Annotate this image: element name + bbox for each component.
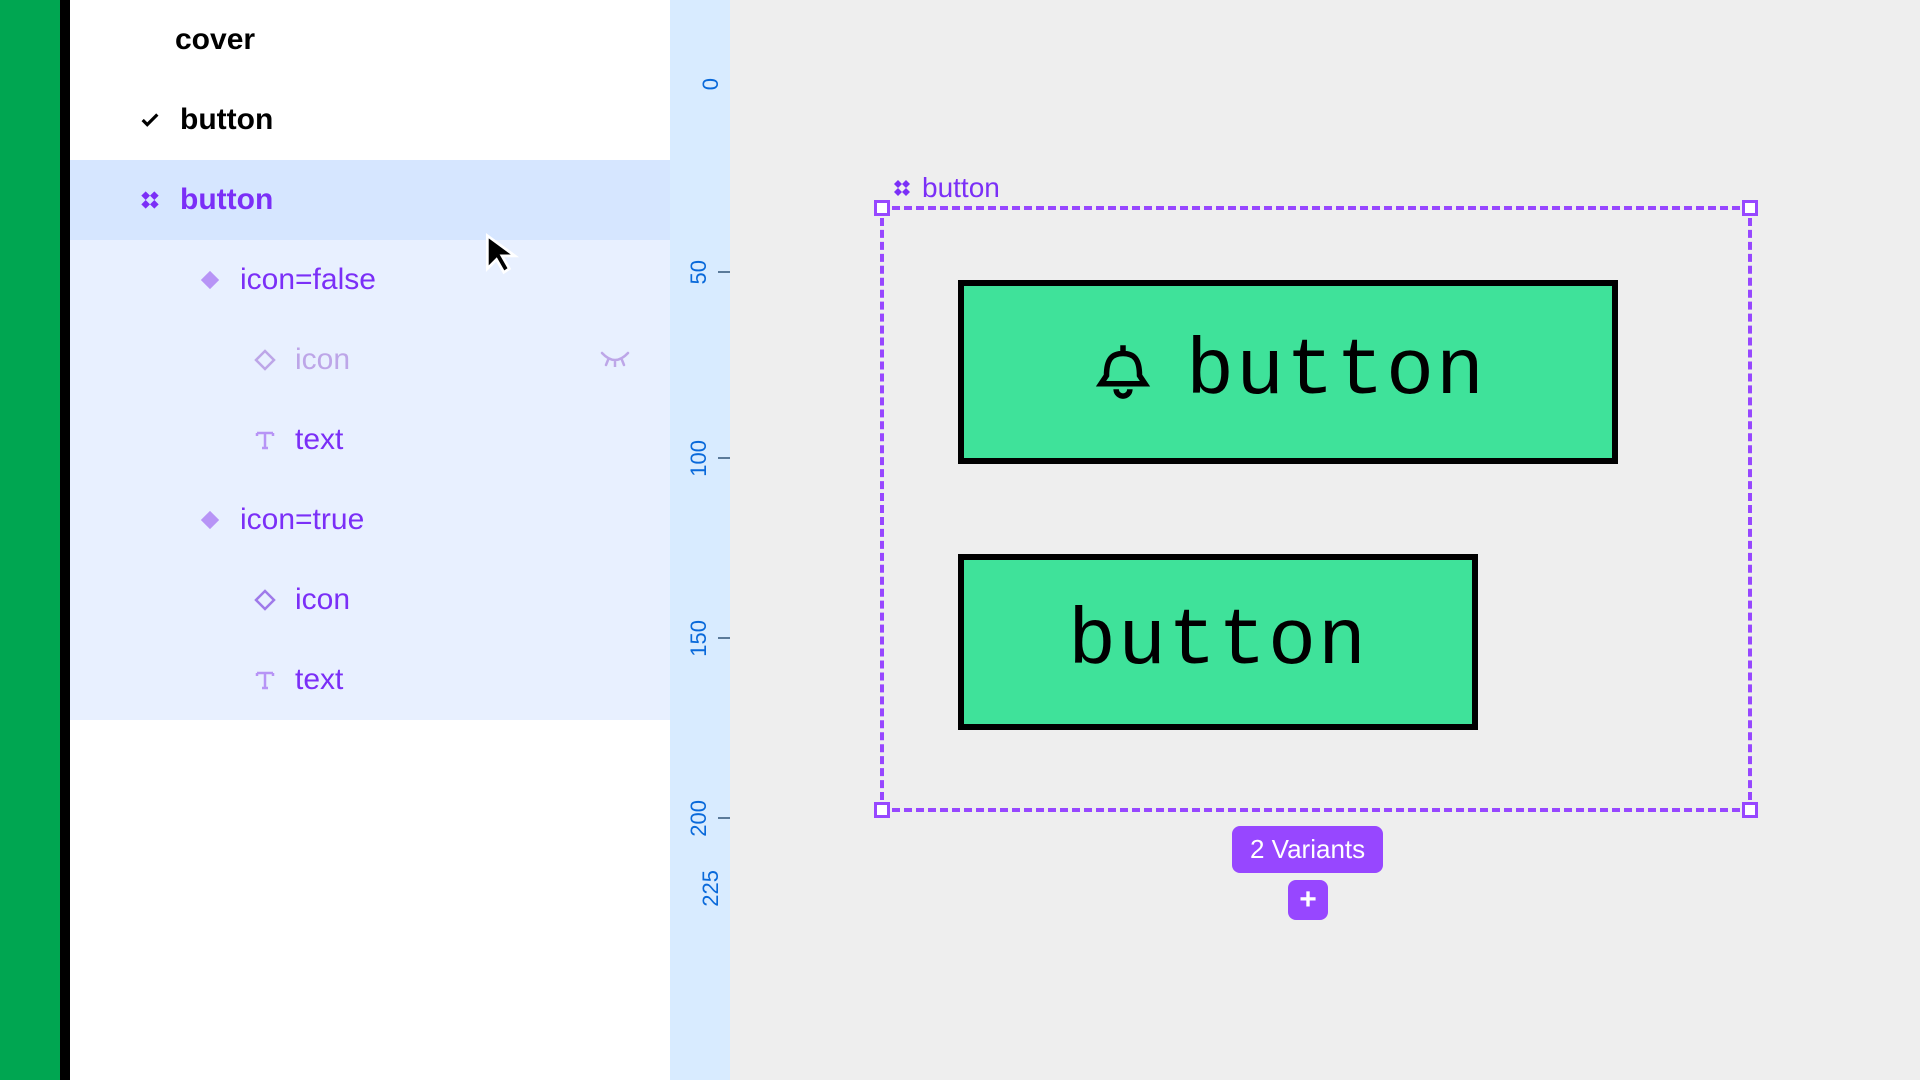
- checkmark-icon: [120, 109, 180, 131]
- selection-handle-se[interactable]: [1742, 802, 1758, 818]
- ruler-number: 150: [686, 620, 712, 657]
- selection-handle-sw[interactable]: [874, 802, 890, 818]
- ruler-tick: 225: [670, 870, 730, 907]
- ruler-tick: 150: [670, 620, 730, 657]
- ruler-number: 225: [698, 870, 724, 907]
- ruler-number: 100: [686, 440, 712, 477]
- ruler-number: 200: [686, 800, 712, 837]
- add-variant-button[interactable]: +: [1288, 880, 1328, 920]
- layers-panel: cover button button icon=false icon: [70, 0, 670, 1080]
- layer-label: text: [295, 663, 343, 697]
- button-variant-no-icon[interactable]: button: [958, 554, 1478, 730]
- layer-variant-icon-false[interactable]: icon=false: [70, 240, 670, 320]
- layer-cover[interactable]: cover: [70, 0, 670, 80]
- layer-component-set[interactable]: button: [70, 160, 670, 240]
- frame-label-text: button: [922, 172, 1000, 204]
- layer-text-2[interactable]: text: [70, 640, 670, 720]
- layer-icon-hidden[interactable]: icon: [70, 320, 670, 400]
- layer-page-button[interactable]: button: [70, 80, 670, 160]
- selection-handle-ne[interactable]: [1742, 200, 1758, 216]
- layer-label: icon=true: [240, 503, 364, 537]
- ruler-tick: 0: [670, 78, 730, 90]
- diamond-outline-icon: [235, 588, 295, 612]
- vertical-ruler[interactable]: 0 50 100 150 200 225: [670, 0, 730, 1080]
- left-accent-bar: [0, 0, 60, 1080]
- plus-icon: +: [1299, 883, 1317, 917]
- layer-label: cover: [175, 23, 255, 57]
- hidden-eye-icon[interactable]: [600, 349, 630, 372]
- canvas[interactable]: button button button 2 Variants +: [730, 0, 1920, 1080]
- variants-badge-text: 2 Variants: [1250, 834, 1365, 864]
- layer-label: button: [180, 183, 273, 217]
- layer-label: button: [180, 103, 273, 137]
- ruler-mark: [718, 817, 730, 819]
- ruler-tick: 200: [670, 800, 730, 837]
- button-text: button: [1186, 327, 1486, 418]
- text-type-icon: [235, 668, 295, 692]
- frame-label[interactable]: button: [890, 172, 1000, 204]
- button-text: button: [1068, 597, 1368, 688]
- ruler-mark: [718, 637, 730, 639]
- variant-icon: [180, 509, 240, 531]
- selection-handle-nw[interactable]: [874, 200, 890, 216]
- left-divider: [60, 0, 70, 1080]
- layer-variant-icon-true[interactable]: icon=true: [70, 480, 670, 560]
- layer-label: text: [295, 423, 343, 457]
- layer-icon-visible[interactable]: icon: [70, 560, 670, 640]
- selected-layer-subtree: button icon=false icon text: [70, 160, 670, 720]
- bell-icon: [1090, 337, 1156, 408]
- text-type-icon: [235, 428, 295, 452]
- ruler-tick: 100: [670, 440, 730, 477]
- variant-icon: [180, 269, 240, 291]
- layer-label: icon=false: [240, 263, 376, 297]
- ruler-number: 0: [698, 78, 724, 90]
- ruler-mark: [718, 271, 730, 273]
- layer-label: icon: [295, 583, 350, 617]
- layer-text-1[interactable]: text: [70, 400, 670, 480]
- ruler-mark: [718, 457, 730, 459]
- button-variant-with-icon[interactable]: button: [958, 280, 1618, 464]
- variants-count-badge[interactable]: 2 Variants: [1232, 826, 1383, 873]
- layer-label: icon: [295, 343, 350, 377]
- ruler-number: 50: [686, 260, 712, 284]
- ruler-tick: 50: [670, 260, 730, 284]
- component-set-icon: [890, 176, 914, 200]
- component-set-icon: [120, 187, 180, 213]
- diamond-outline-icon: [235, 348, 295, 372]
